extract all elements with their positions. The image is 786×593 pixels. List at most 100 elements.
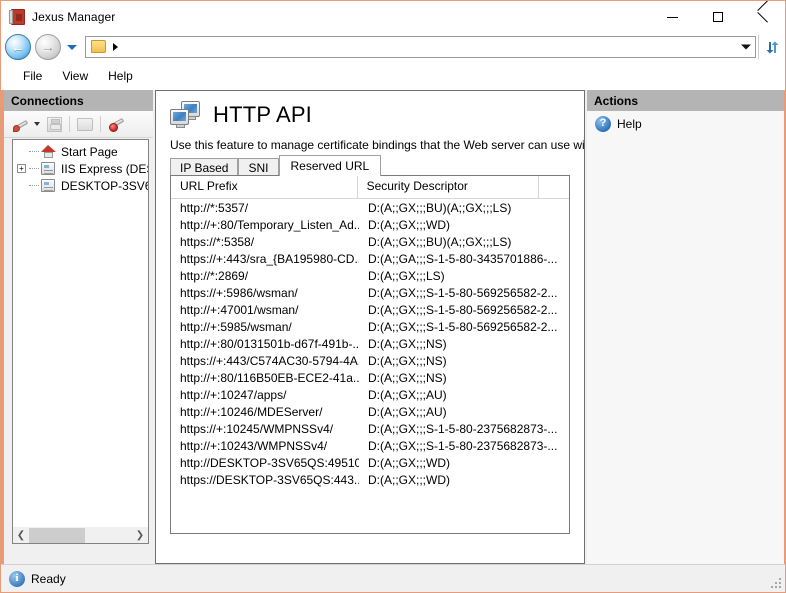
scroll-right-icon[interactable]: ❯ <box>132 528 148 543</box>
cell-url-prefix: https://+:443/sra_{BA195980-CD... <box>180 251 359 266</box>
tree-item-start-page[interactable]: Start Page <box>13 143 148 160</box>
navigation-bar: ← → <box>1 32 785 62</box>
minimize-button[interactable] <box>650 1 695 32</box>
table-row[interactable]: http://+:80/116B50EB-ECE2-41a... D:(A;;GX… <box>171 369 569 386</box>
folder-icon <box>91 40 107 54</box>
table-row[interactable]: http://+:5985/wsman/D:(A;;GX;;;S-1-5-80-… <box>171 318 569 335</box>
cell-security-descriptor: D:(A;;GX;;;WD) <box>368 217 450 232</box>
minimize-icon <box>667 16 678 18</box>
recent-locations-button[interactable] <box>63 34 81 60</box>
cell-security-descriptor: D:(A;;GX;;;NS) <box>368 370 447 385</box>
table-row[interactable]: http://+:47001/wsman/D:(A;;GX;;;S-1-5-80… <box>171 301 569 318</box>
maximize-button[interactable] <box>695 1 740 32</box>
table-row[interactable]: http://*:2869/D:(A;;GX;;;LS) <box>171 267 569 284</box>
table-row[interactable]: http://DESKTOP-3SV65QS:49510/D:(A;;GX;;;… <box>171 454 569 471</box>
feature-description: Use this feature to manage certificate b… <box>170 138 585 152</box>
menu-item-file[interactable]: File <box>13 66 52 86</box>
cell-url-prefix: http://+:5985/wsman/ <box>180 319 292 334</box>
tree-item-desktop-server[interactable]: DESKTOP-3SV65QS <box>13 177 148 194</box>
table-row[interactable]: http://*:5357/D:(A;;GX;;;BU)(A;;GX;;;LS) <box>171 199 569 216</box>
scrollbar-thumb[interactable] <box>29 527 85 543</box>
table-row[interactable]: https://+:5986/wsman/D:(A;;GX;;;S-1-5-80… <box>171 284 569 301</box>
cell-security-descriptor: D:(A;;GX;;;NS) <box>368 353 447 368</box>
cell-url-prefix: http://+:80/0131501b-d67f-491b-... <box>180 336 359 351</box>
menu-item-help[interactable]: Help <box>98 66 143 86</box>
disconnect-icon[interactable] <box>106 114 126 134</box>
column-header-filler <box>539 176 569 198</box>
window-controls <box>650 1 785 32</box>
help-icon: ? <box>595 116 611 132</box>
reserved-url-grid[interactable]: URL Prefix Security Descriptor http://*:… <box>170 175 570 534</box>
table-row[interactable]: http://+:10246/MDEServer/D:(A;;GX;;;AU) <box>171 403 569 420</box>
status-text: Ready <box>31 571 66 586</box>
close-button[interactable] <box>740 1 785 32</box>
refresh-icon <box>766 41 778 53</box>
cell-security-descriptor: D:(A;;GX;;;BU)(A;;GX;;;LS) <box>368 200 512 215</box>
connections-pane: Connections Start Page + IIS Express (DE… <box>1 90 153 564</box>
cell-url-prefix: http://+:80/116B50EB-ECE2-41a... <box>180 370 359 385</box>
back-button[interactable]: ← <box>5 34 31 60</box>
column-header-url-prefix[interactable]: URL Prefix <box>171 176 358 198</box>
tree-connector-line <box>29 150 39 153</box>
connections-header: Connections <box>4 90 153 111</box>
cell-security-descriptor: D:(A;;GX;;;S-1-5-80-569256582-2... <box>368 302 558 317</box>
forward-button[interactable]: → <box>35 34 61 60</box>
info-icon: i <box>9 570 25 587</box>
action-item-help[interactable]: ? Help <box>587 111 784 137</box>
monitors-icon <box>170 100 202 130</box>
table-row[interactable]: http://+:80/0131501b-d67f-491b-... D:(A;;… <box>171 335 569 352</box>
status-bar: i Ready <box>1 564 785 592</box>
menu-item-view[interactable]: View <box>52 66 98 86</box>
tab-sni[interactable]: SNI <box>238 158 279 176</box>
forward-arrow-icon: → <box>41 39 55 55</box>
connect-dropdown-icon[interactable] <box>34 122 40 126</box>
cell-url-prefix: http://+:47001/wsman/ <box>180 302 299 317</box>
tree-expander-plus-icon[interactable]: + <box>17 164 26 173</box>
cell-security-descriptor: D:(A;;GX;;;AU) <box>368 404 447 419</box>
table-row[interactable]: http://+:80/Temporary_Listen_Ad... D:(A;;… <box>171 216 569 233</box>
tree-item-label: Start Page <box>61 144 118 159</box>
tab-ip-based[interactable]: IP Based <box>170 158 239 176</box>
resize-grip[interactable] <box>769 576 781 588</box>
table-row[interactable]: https://*:5358/D:(A;;GX;;;BU)(A;;GX;;;LS… <box>171 233 569 250</box>
connections-toolbar <box>4 111 153 138</box>
column-header-security-descriptor[interactable]: Security Descriptor <box>358 176 540 198</box>
refresh-button[interactable] <box>758 35 785 59</box>
address-bar[interactable] <box>85 36 756 58</box>
tree-expander-placeholder <box>17 147 26 156</box>
window-title: Jexus Manager <box>32 9 116 24</box>
table-row[interactable]: https://+:443/sra_{BA195980-CD... D:(A;;G… <box>171 250 569 267</box>
cell-security-descriptor: D:(A;;GX;;;AU) <box>368 387 447 402</box>
scroll-left-icon[interactable]: ❮ <box>13 528 29 543</box>
page-title: HTTP API <box>213 102 312 127</box>
table-row[interactable]: http://+:10247/apps/D:(A;;GX;;;AU) <box>171 386 569 403</box>
table-row[interactable]: http://+:10243/WMPNSSv4/D:(A;;GX;;;S-1-5… <box>171 437 569 454</box>
tree-connector-line <box>29 184 39 187</box>
tab-reserved-url[interactable]: Reserved URL <box>278 155 382 176</box>
application-window: Jexus Manager ← → File View Help Connect… <box>0 0 786 593</box>
connect-icon[interactable] <box>12 114 32 134</box>
cell-url-prefix: http://*:5357/ <box>180 200 249 215</box>
tree-item-iis-express[interactable]: + IIS Express (DESKTO <box>13 160 148 177</box>
cell-security-descriptor: D:(A;;GX;;;S-1-5-80-2375682873-... <box>368 438 558 453</box>
table-row[interactable]: https://+:443/C574AC30-5794-4A... D:(A;;G… <box>171 352 569 369</box>
grid-body: http://*:5357/D:(A;;GX;;;BU)(A;;GX;;;LS)… <box>171 199 569 488</box>
cell-security-descriptor: D:(A;;GX;;;BU)(A;;GX;;;LS) <box>368 234 512 249</box>
cell-url-prefix: http://+:10246/MDEServer/ <box>180 404 323 419</box>
connections-tree[interactable]: Start Page + IIS Express (DESKTO DESKTOP… <box>12 139 149 539</box>
toolbar-divider <box>100 116 101 132</box>
table-row[interactable]: https://+:10245/WMPNSSv4/D:(A;;GX;;;S-1-… <box>171 420 569 437</box>
actions-pane: Actions ? Help <box>587 90 785 564</box>
cell-url-prefix: https://+:5986/wsman/ <box>180 285 298 300</box>
tree-connector-line <box>29 167 39 170</box>
chevron-down-icon <box>67 44 77 50</box>
chevron-down-icon[interactable] <box>741 44 751 50</box>
breadcrumb-separator-icon <box>113 43 118 51</box>
folder-icon <box>77 117 93 131</box>
home-icon <box>41 144 57 159</box>
tree-item-label: IIS Express (DESKTO <box>61 161 148 176</box>
open-folder-icon <box>75 114 95 134</box>
table-row[interactable]: https://DESKTOP-3SV65QS:443... D:(A;;GX;;… <box>171 471 569 488</box>
connections-horizontal-scrollbar[interactable]: ❮ ❯ <box>12 527 149 544</box>
cell-security-descriptor: D:(A;;GX;;;NS) <box>368 336 447 351</box>
